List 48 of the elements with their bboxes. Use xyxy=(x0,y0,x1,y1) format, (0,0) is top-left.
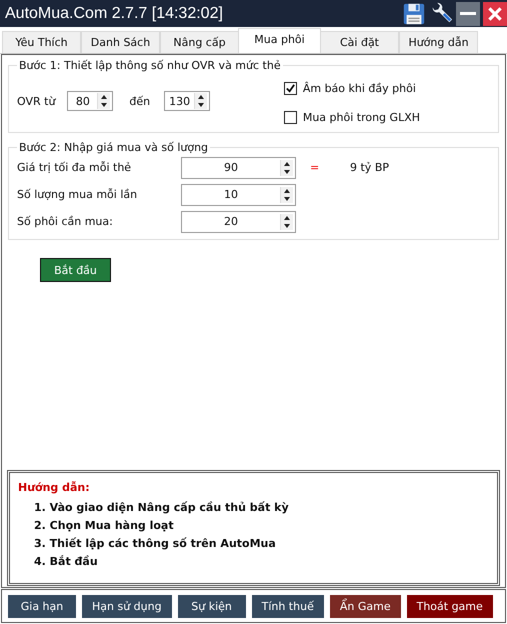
result-text: 9 tỷ BP xyxy=(350,161,389,174)
field-label: Số phôi cần mua: xyxy=(17,215,114,228)
footer-button[interactable]: Thoát game xyxy=(406,594,493,618)
field-label: OVR từ xyxy=(17,94,56,108)
up-arrow-icon[interactable] xyxy=(98,93,110,101)
tab[interactable]: Danh Sách xyxy=(81,31,160,53)
number-spinner[interactable]: 20 xyxy=(181,210,296,232)
field-label: Giá trị tối đa mỗi thẻ xyxy=(17,161,132,174)
up-arrow-icon[interactable] xyxy=(281,160,293,168)
number-spinner[interactable]: 10 xyxy=(181,184,296,206)
down-arrow-icon[interactable] xyxy=(195,101,208,109)
number-spinner[interactable]: 130 xyxy=(164,91,210,111)
tab[interactable]: Hướng dẫn xyxy=(399,31,478,53)
save-icon[interactable] xyxy=(402,2,426,26)
guide-step: 1. Vào giao diện Nâng cấp cầu thủ bất kỳ xyxy=(34,499,489,517)
number-spinner[interactable]: 90 xyxy=(181,156,296,178)
window-title: AutoMua.Com 2.7.7 [14:32:02] xyxy=(5,4,223,22)
minimize-icon xyxy=(460,12,476,15)
group-title: Bước 2: Nhập giá mua và số lượng xyxy=(18,141,210,154)
group-title: Bước 1: Thiết lập thông số như OVR và mức thẻ xyxy=(18,59,282,72)
checkbox[interactable] xyxy=(284,111,297,124)
footer-button[interactable]: Ẩn Game xyxy=(330,594,401,618)
equals-sign: = xyxy=(310,161,320,174)
close-button[interactable] xyxy=(483,2,507,26)
down-arrow-icon[interactable] xyxy=(98,101,110,109)
checkbox-label: Âm báo khi đầy phôi xyxy=(302,82,416,95)
footer-button[interactable]: Sự kiện xyxy=(178,594,246,618)
start-button[interactable]: Bắt đầu xyxy=(40,258,111,282)
guide-step: 3. Thiết lập các thông số trên AutoMua xyxy=(34,535,489,553)
guide-title: Hướng dẫn: xyxy=(18,481,91,494)
guide-step: 2. Chọn Mua hàng loạt xyxy=(34,517,489,535)
field-label: Số lượng mua mỗi lần xyxy=(17,188,138,201)
tab[interactable]: Cài đặt xyxy=(320,31,399,53)
checkbox-label: Mua phôi trong GLXH xyxy=(302,111,420,124)
checkbox[interactable] xyxy=(284,82,297,95)
footer-button[interactable]: Hạn sử dụng xyxy=(82,594,172,618)
tab[interactable]: Yêu Thích xyxy=(2,31,81,53)
number-spinner[interactable]: 80 xyxy=(67,91,114,111)
field-label: đến xyxy=(129,94,150,108)
up-arrow-icon[interactable] xyxy=(281,186,293,194)
up-arrow-icon[interactable] xyxy=(281,214,293,222)
close-icon xyxy=(487,6,503,22)
guide-step: 4. Bắt đầu xyxy=(34,553,489,571)
footer-button[interactable]: Tính thuế xyxy=(252,594,324,618)
tab[interactable]: Nâng cấp xyxy=(160,31,239,53)
up-arrow-icon[interactable] xyxy=(195,93,208,101)
minimize-button[interactable] xyxy=(456,2,480,26)
footer-button[interactable]: Gia hạn xyxy=(8,594,76,618)
